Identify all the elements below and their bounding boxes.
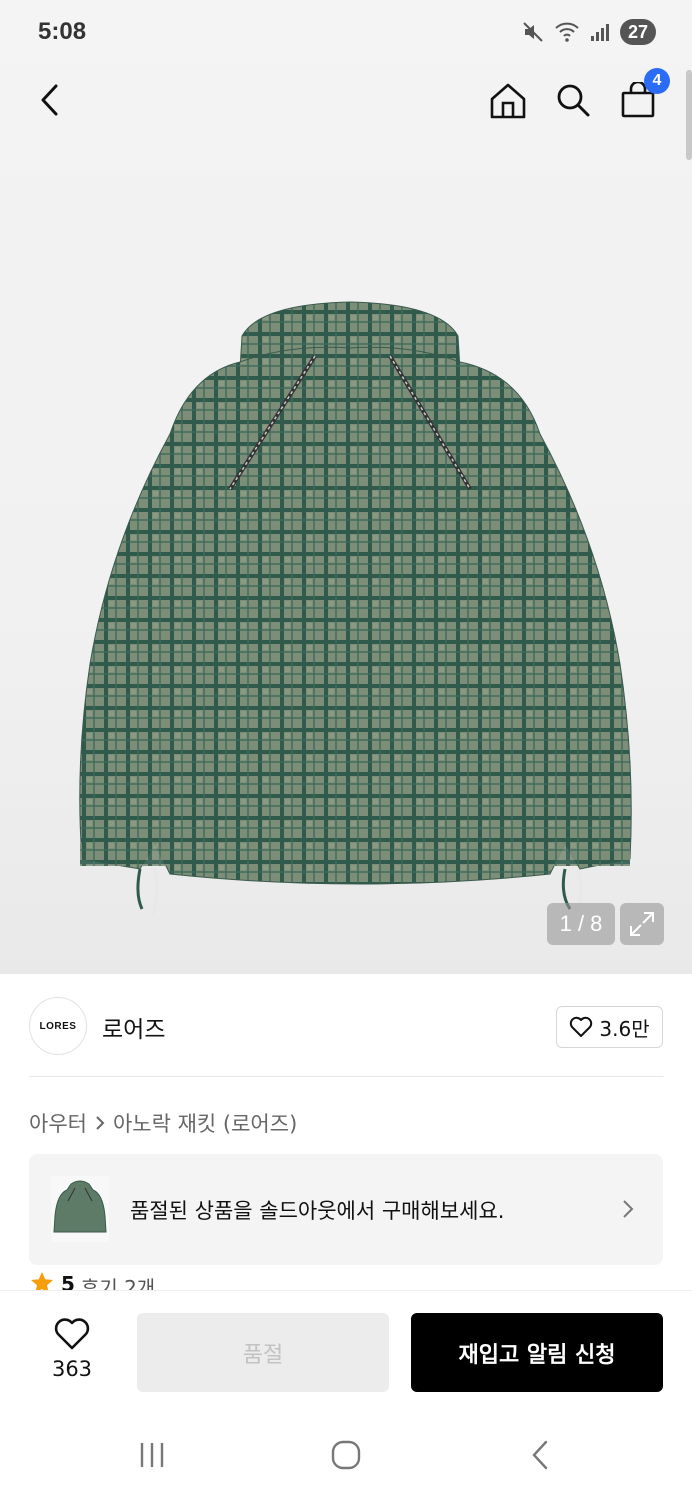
status-bar: 5:08 27 (0, 0, 692, 64)
heart-icon (54, 1318, 90, 1350)
signal-icon (590, 24, 609, 41)
brand-like-button[interactable]: 3.6만 (556, 1006, 663, 1048)
restock-alert-button[interactable]: 재입고 알림 신청 (411, 1313, 663, 1392)
back-nav-button[interactable] (520, 1438, 560, 1472)
back-icon (41, 84, 58, 116)
soldout-button: 품절 (137, 1313, 389, 1392)
status-icons: 27 (522, 18, 656, 46)
expand-button[interactable] (620, 903, 664, 945)
battery-indicator: 27 (619, 19, 656, 45)
image-counter: 1 / 8 (547, 903, 615, 945)
bottom-action-bar: 363 품절 재입고 알림 신청 (0, 1290, 692, 1410)
expand-icon (630, 912, 654, 936)
brand-name[interactable]: 로어즈 (102, 1010, 165, 1044)
chevron-right-icon (96, 1116, 105, 1130)
chevron-right-icon (623, 1200, 634, 1218)
heart-icon (570, 1016, 593, 1037)
home-button[interactable] (486, 78, 530, 122)
home-nav-button[interactable] (326, 1438, 366, 1472)
brand-row: LORES 로어즈 3.6만 (0, 974, 692, 1078)
mute-icon (523, 22, 543, 42)
home-circle-icon (331, 1440, 361, 1470)
recent-apps-icon (140, 1443, 164, 1467)
soldout-thumbnail (51, 1176, 109, 1242)
wifi-icon (555, 22, 579, 42)
wishlist-count: 363 (51, 1357, 93, 1381)
system-nav-bar (0, 1410, 692, 1500)
top-nav: 4 (0, 64, 692, 134)
search-button[interactable] (551, 78, 595, 122)
breadcrumb-subcategory[interactable]: 아노락 재킷 (로어즈) (113, 1108, 297, 1138)
soldout-banner[interactable]: 품절된 상품을 솔드아웃에서 구매해보세요. (29, 1154, 663, 1265)
wishlist-button[interactable]: 363 (40, 1317, 104, 1381)
breadcrumb-category[interactable]: 아우터 (29, 1108, 87, 1138)
brand-like-count: 3.6만 (599, 1016, 650, 1041)
cart-button[interactable]: 4 (616, 68, 670, 122)
back-button[interactable] (28, 78, 72, 122)
cart-count-badge: 4 (644, 68, 670, 94)
breadcrumb: 아우터 아노락 재킷 (로어즈) (29, 1108, 297, 1138)
recent-apps-button[interactable] (132, 1438, 172, 1472)
home-icon (490, 83, 526, 119)
soldout-banner-text: 품절된 상품을 솔드아웃에서 구매해보세요. (130, 1199, 505, 1223)
divider (29, 1076, 663, 1077)
search-icon (557, 84, 590, 117)
product-gallery[interactable] (0, 64, 692, 974)
status-time: 5:08 (38, 18, 87, 45)
brand-logo[interactable]: LORES (29, 997, 87, 1055)
product-image (79, 301, 632, 917)
back-nav-icon (532, 1440, 548, 1470)
